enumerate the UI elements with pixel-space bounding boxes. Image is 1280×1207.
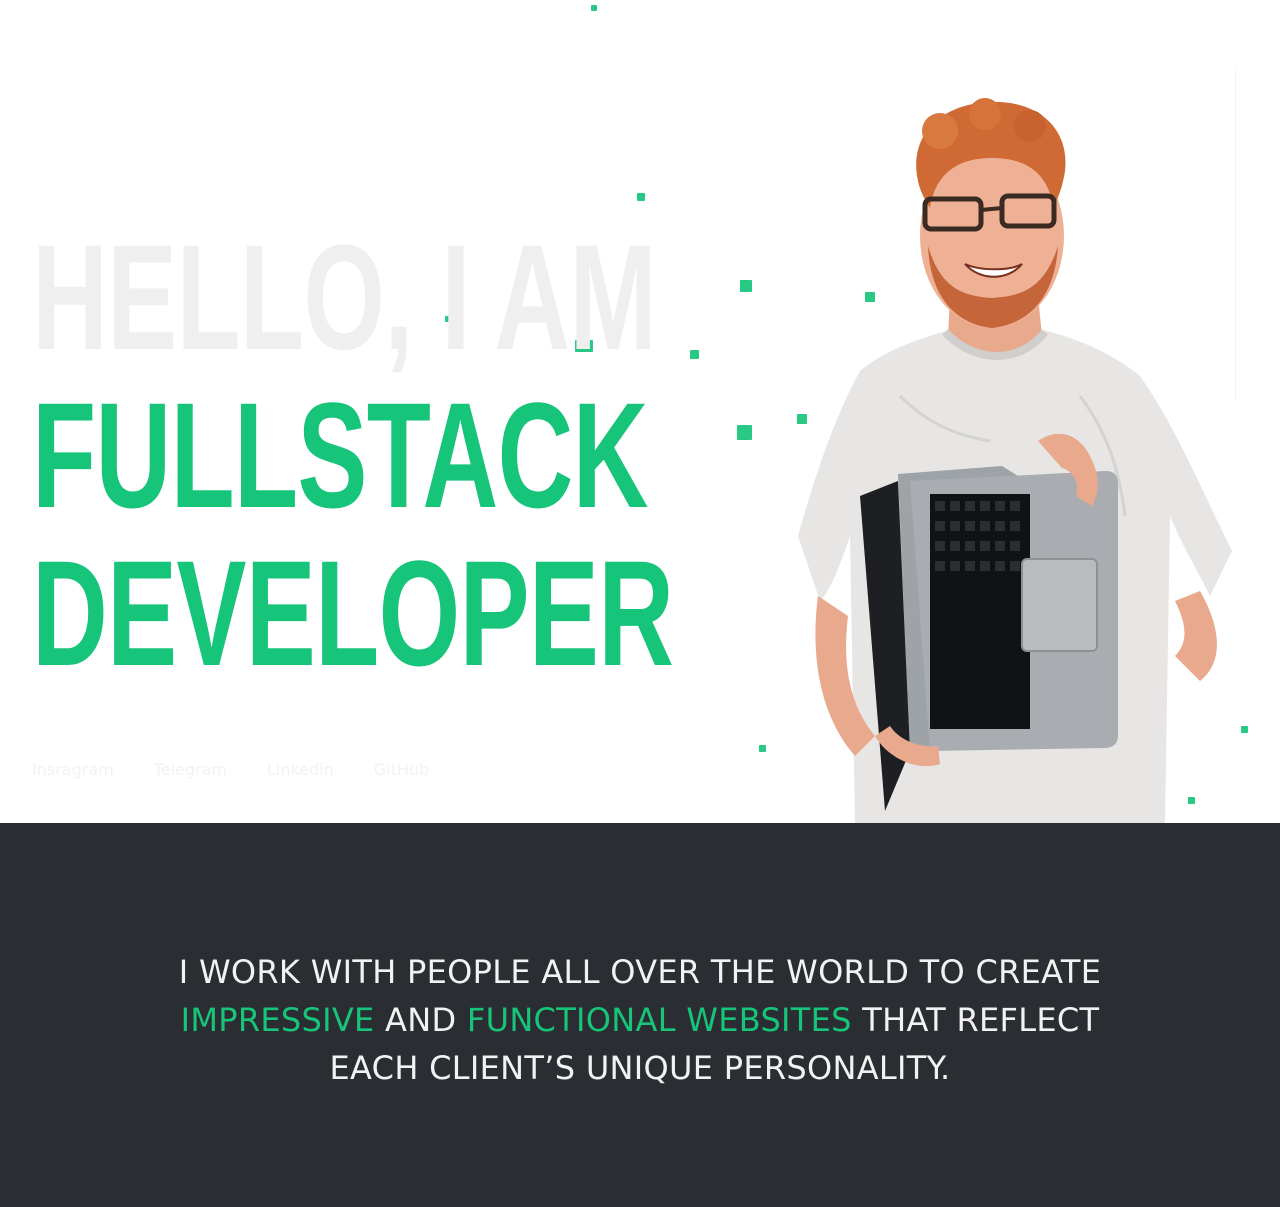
social-link-linkedin[interactable]: Linkedin [267,760,334,779]
social-link-github[interactable]: GitHub [374,760,429,779]
about-highlight-functional: functional websites [466,1001,852,1039]
headline-greeting: HELLO, I AM [32,213,657,381]
decorative-dot [637,193,645,201]
developer-portrait [798,98,1232,823]
decorative-dot [591,5,597,11]
about-highlight-impressive: impressive [180,1001,375,1039]
decorative-dot [737,425,752,440]
decorative-dot [690,350,699,359]
decorative-dot [740,280,752,292]
about-text-part-2: and [385,1001,457,1039]
about-text-part-1: I work with people all over the world to… [178,953,1102,991]
social-link-telegram[interactable]: Telegram [154,760,227,779]
hero-headline: HELLO, I AM FULLSTACK DEVELOPER [32,213,674,697]
headline-role-line-2: DEVELOPER [32,529,674,697]
about-statement: I work with people all over the world to… [140,948,1140,1092]
hero-section: HELLO, I AM FULLSTACK DEVELOPER Insragra… [0,0,1280,823]
social-link-instagram[interactable]: Insragram [32,760,114,779]
decorative-dot [759,745,766,752]
social-links: Insragram Telegram Linkedin GitHub [32,760,429,779]
about-section: I work with people all over the world to… [0,823,1280,1207]
headline-role-line-1: FULLSTACK [32,371,649,539]
